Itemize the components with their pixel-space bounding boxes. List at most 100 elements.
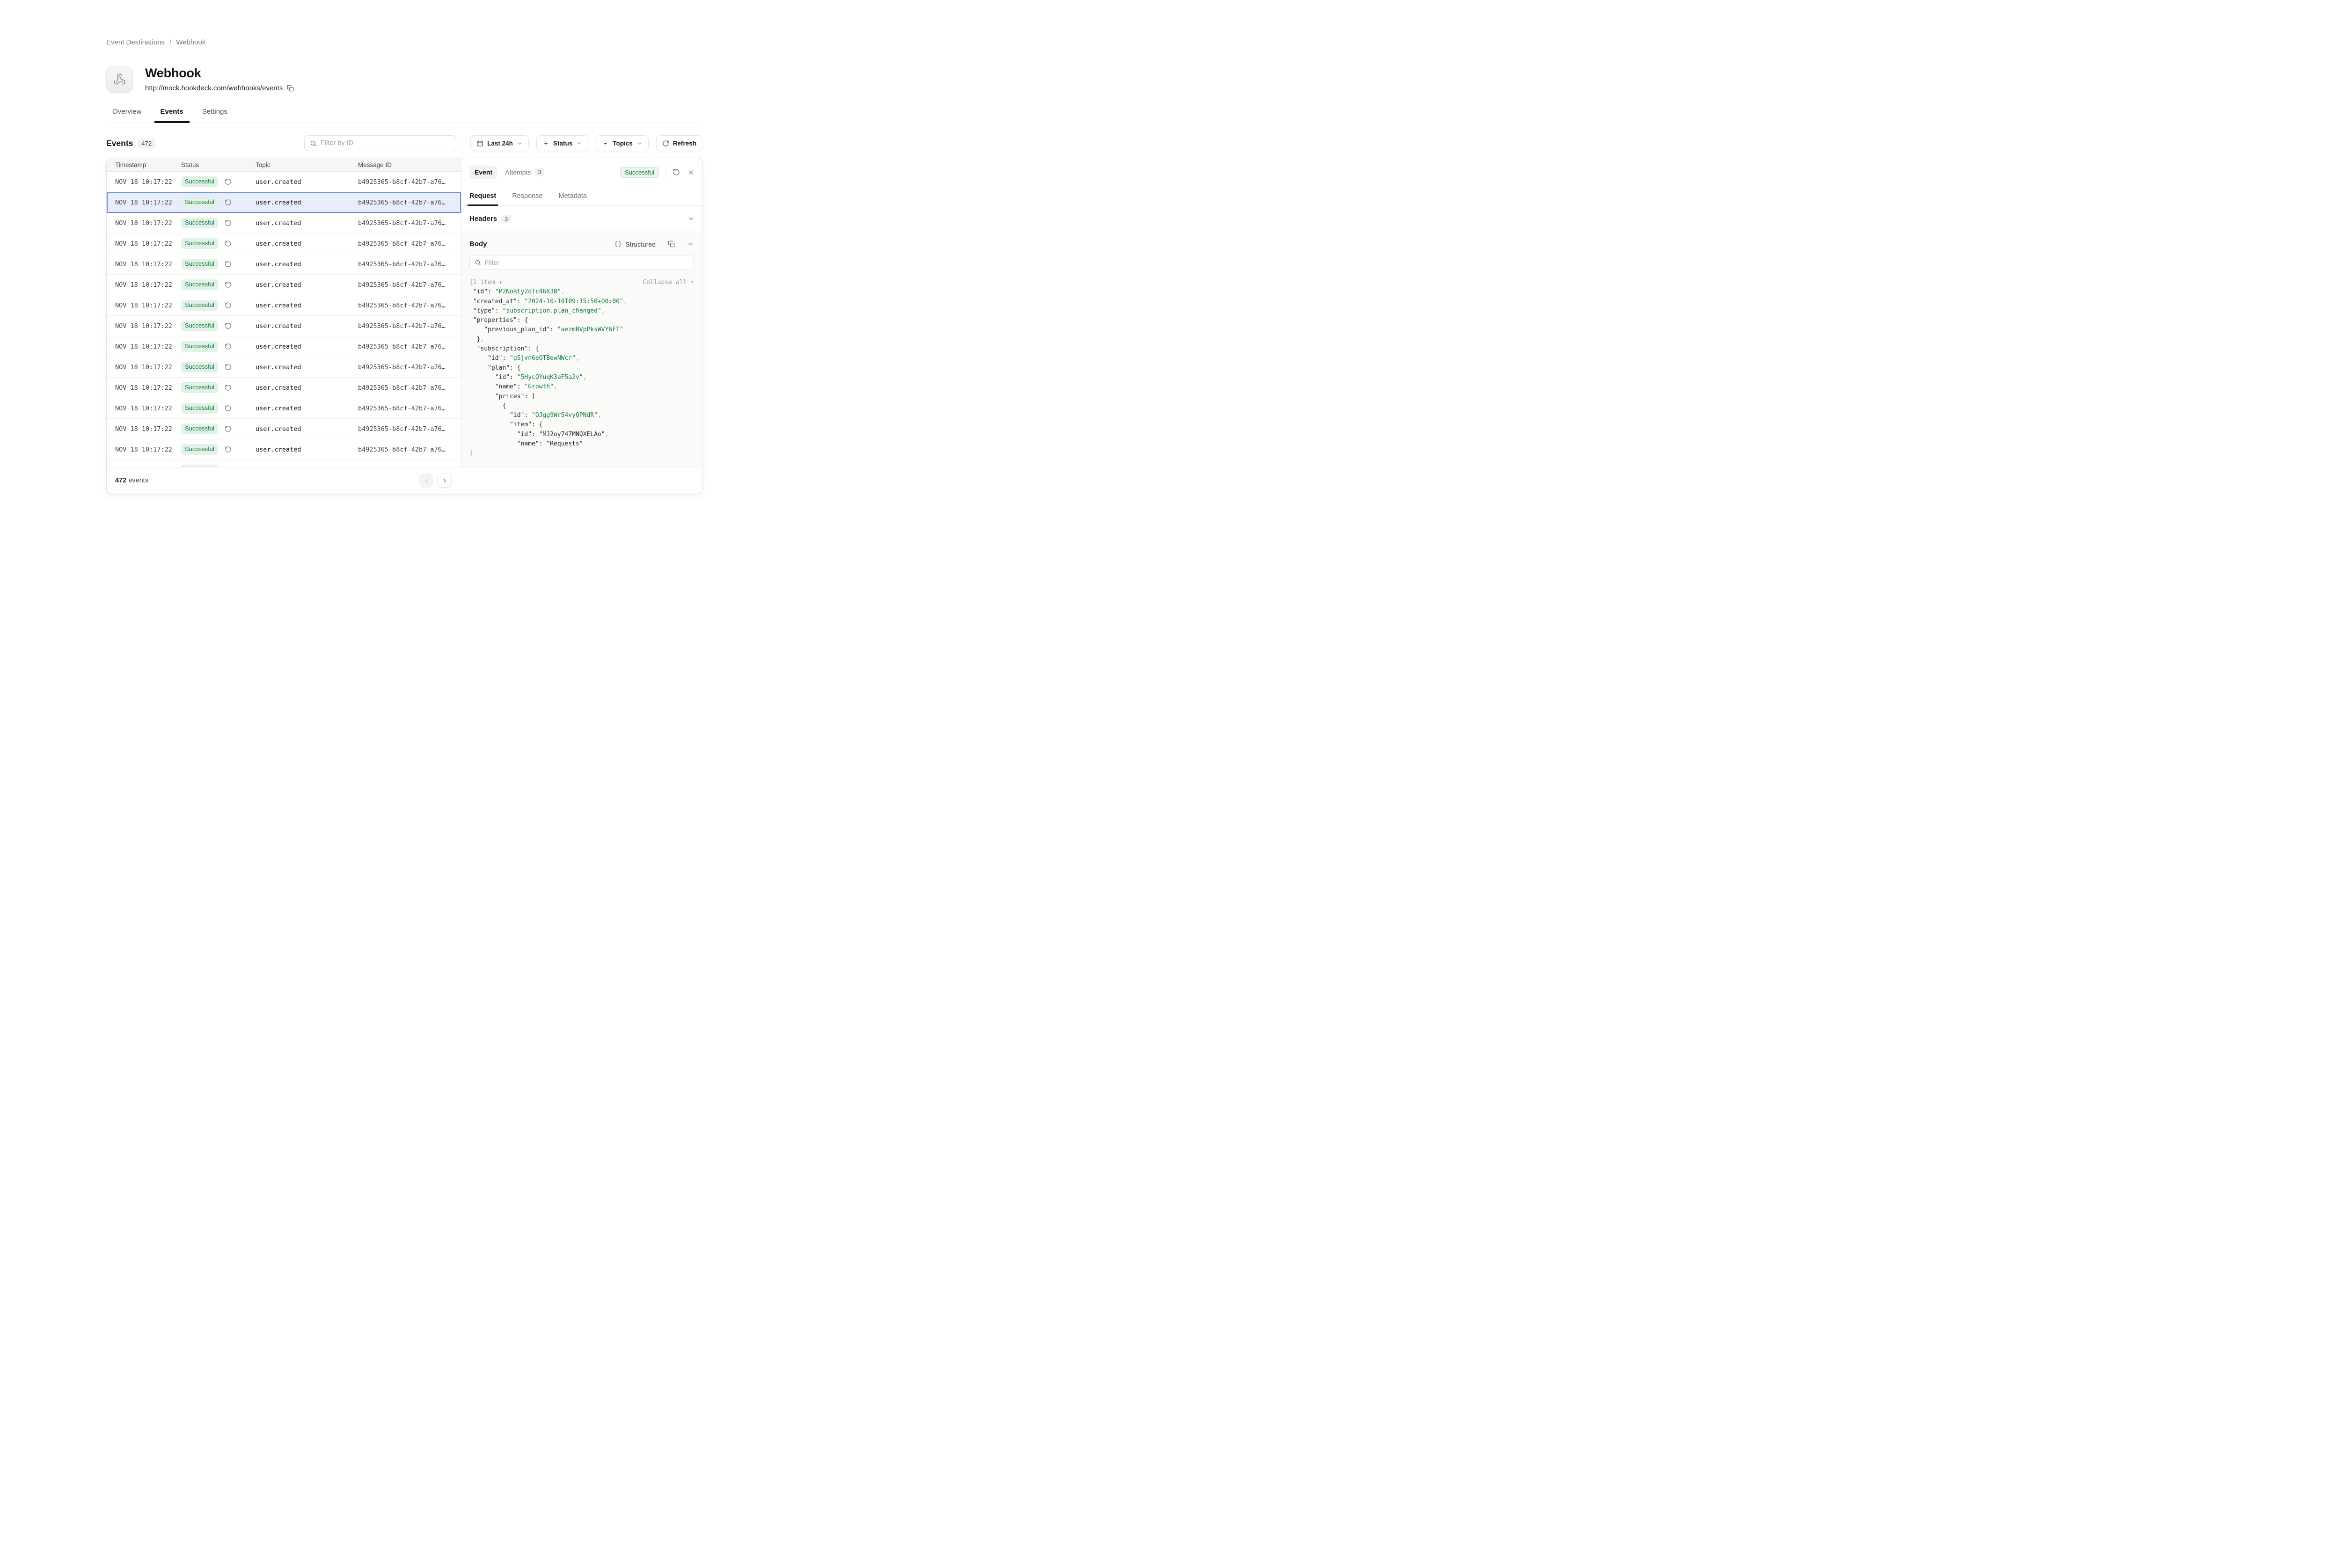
retry-icon[interactable]	[225, 446, 232, 453]
event-topic: user.created	[256, 384, 358, 392]
retry-icon[interactable]	[225, 343, 232, 350]
subtab-request[interactable]: Request	[469, 186, 496, 205]
event-timestamp: NOV 18 10:17:22	[107, 281, 181, 289]
copy-body-icon[interactable]	[668, 241, 675, 248]
table-row[interactable]: NOV 18 10:17:22 Successful user.created …	[107, 398, 461, 419]
webhook-avatar	[106, 66, 133, 93]
table-row[interactable]: NOV 18 10:17:22 Successful user.created …	[107, 419, 461, 439]
webhook-icon	[113, 73, 126, 86]
table-row[interactable]: NOV 18 10:17:22 Successful user.created …	[107, 378, 461, 398]
status-badge: Successful	[181, 423, 218, 434]
body-filter-input[interactable]	[485, 259, 689, 266]
table-row[interactable]: NOV 18 10:17:22 Successful user.created …	[107, 233, 461, 254]
event-message-id: b4925365-b8cf-42b7-a76…	[358, 384, 461, 392]
filter-lines-icon	[542, 140, 549, 147]
previous-page-button[interactable]	[419, 474, 433, 488]
event-topic: user.created	[256, 405, 358, 412]
nav-tabs: Overview Events Settings	[106, 104, 702, 123]
chevron-right-icon	[442, 478, 448, 484]
headers-section[interactable]: Headers 3	[461, 206, 702, 232]
retry-icon[interactable]	[225, 219, 232, 226]
event-topic: user.created	[256, 446, 358, 453]
column-header-timestamp: Timestamp	[107, 161, 181, 168]
table-row[interactable]: NOV 18 10:17:22 Successful user.created …	[107, 336, 461, 357]
retry-icon[interactable]	[225, 302, 232, 309]
breadcrumb-webhook[interactable]: Webhook	[176, 38, 205, 46]
panel-tab-attempts[interactable]: Attempts 3	[505, 168, 544, 176]
chevron-up-icon[interactable]	[687, 241, 694, 248]
footer-count-suffix: events	[126, 477, 148, 484]
event-topic: user.created	[256, 281, 358, 289]
retry-icon[interactable]	[225, 384, 232, 391]
event-topic: user.created	[256, 261, 358, 268]
table-row[interactable]: NOV 18 10:17:22 Successful user.created …	[107, 172, 461, 192]
footer-count: 472	[115, 477, 126, 484]
retry-icon[interactable]	[225, 364, 232, 371]
tab-events[interactable]: Events	[161, 104, 183, 123]
retry-icon[interactable]	[225, 178, 232, 185]
headers-label: Headers	[469, 215, 497, 223]
attempts-count-badge: 3	[534, 168, 544, 176]
search-icon	[475, 259, 481, 266]
table-row[interactable]: NOV 18 10:17:22 Successful user.created …	[107, 357, 461, 378]
retry-icon[interactable]	[225, 425, 232, 432]
structured-label: Structured	[625, 241, 656, 248]
table-row[interactable]: NOV 18 10:17:22 Successful user.created …	[107, 295, 461, 316]
panel-tab-event[interactable]: Event	[469, 166, 497, 179]
event-timestamp: NOV 18 10:17:22	[107, 322, 181, 330]
event-message-id: b4925365-b8cf-42b7-a76…	[358, 425, 461, 433]
chevron-down-icon[interactable]	[687, 215, 695, 222]
status-badge: Successful	[181, 382, 218, 393]
event-timestamp: NOV 18 10:17:22	[107, 261, 181, 268]
json-items-label[interactable]: {1 item ↑	[469, 278, 502, 287]
event-message-id: b4925365-b8cf-42b7-a76…	[358, 446, 461, 453]
topics-filter-button[interactable]: Topics	[596, 135, 649, 151]
retry-icon[interactable]	[225, 199, 232, 206]
json-lines: "id": "P2NoRtyZoTc46X3B", "created_at": …	[469, 287, 694, 458]
event-timestamp: NOV 18 10:17:22	[107, 425, 181, 433]
filter-by-id-input[interactable]	[321, 139, 451, 147]
table-row[interactable]: NOV 18 10:17:22 Successful user.created …	[107, 316, 461, 336]
tab-settings[interactable]: Settings	[202, 104, 227, 123]
table-row[interactable]: NOV 18 10:17:22 Successful user.created …	[107, 192, 461, 213]
table-row[interactable]: NOV 18 10:17:22 Successful user.created …	[107, 275, 461, 295]
events-table: Timestamp Status Topic Message ID NOV 18…	[107, 158, 461, 467]
table-row[interactable]: NOV 18 10:17:22 Successful user.created …	[107, 254, 461, 275]
table-header-row: Timestamp Status Topic Message ID	[107, 158, 461, 172]
event-timestamp: NOV 18 10:17:22	[107, 405, 181, 412]
event-message-id: b4925365-b8cf-42b7-a76…	[358, 240, 461, 248]
time-range-button[interactable]: Last 24h	[470, 135, 529, 151]
copy-url-icon[interactable]	[287, 85, 294, 92]
retry-icon[interactable]	[225, 322, 232, 329]
close-panel-icon[interactable]	[687, 169, 695, 176]
event-timestamp: NOV 18 10:17:22	[107, 240, 181, 248]
column-header-message-id: Message ID	[358, 161, 461, 168]
tab-overview[interactable]: Overview	[112, 104, 142, 123]
chevron-down-icon	[636, 140, 643, 146]
table-row[interactable]: NOV 18 10:17:22 Successful user.created …	[107, 213, 461, 233]
events-count-badge: 472	[138, 139, 155, 148]
table-row[interactable]: NOV 18 10:17:22 Successful user.created …	[107, 439, 461, 460]
event-message-id: b4925365-b8cf-42b7-a76…	[358, 178, 461, 186]
retry-icon[interactable]	[225, 405, 232, 412]
table-row[interactable]: NOV 18 10:17:22 Successful user.created …	[107, 460, 461, 467]
status-filter-button[interactable]: Status	[536, 135, 588, 151]
retry-icon[interactable]	[225, 281, 232, 288]
event-timestamp: NOV 18 10:17:22	[107, 343, 181, 350]
retry-icon[interactable]	[225, 240, 232, 247]
retry-icon[interactable]	[225, 261, 232, 268]
refresh-icon	[662, 140, 669, 147]
status-badge: Successful	[181, 465, 218, 467]
filter-lines-icon	[602, 140, 609, 147]
subtab-metadata[interactable]: Metadata	[559, 186, 587, 205]
next-page-button[interactable]	[438, 474, 452, 488]
breadcrumb-event-destinations[interactable]: Event Destinations	[106, 38, 165, 46]
refresh-button[interactable]: Refresh	[656, 135, 702, 151]
collapse-all-button[interactable]: Collapse all ↑	[643, 278, 694, 287]
column-header-status: Status	[181, 161, 256, 168]
event-topic: user.created	[256, 302, 358, 309]
structured-mode-button[interactable]: Structured	[614, 241, 656, 248]
subtab-response[interactable]: Response	[512, 186, 542, 205]
breadcrumb-separator: /	[169, 38, 171, 46]
retry-event-icon[interactable]	[673, 168, 680, 176]
